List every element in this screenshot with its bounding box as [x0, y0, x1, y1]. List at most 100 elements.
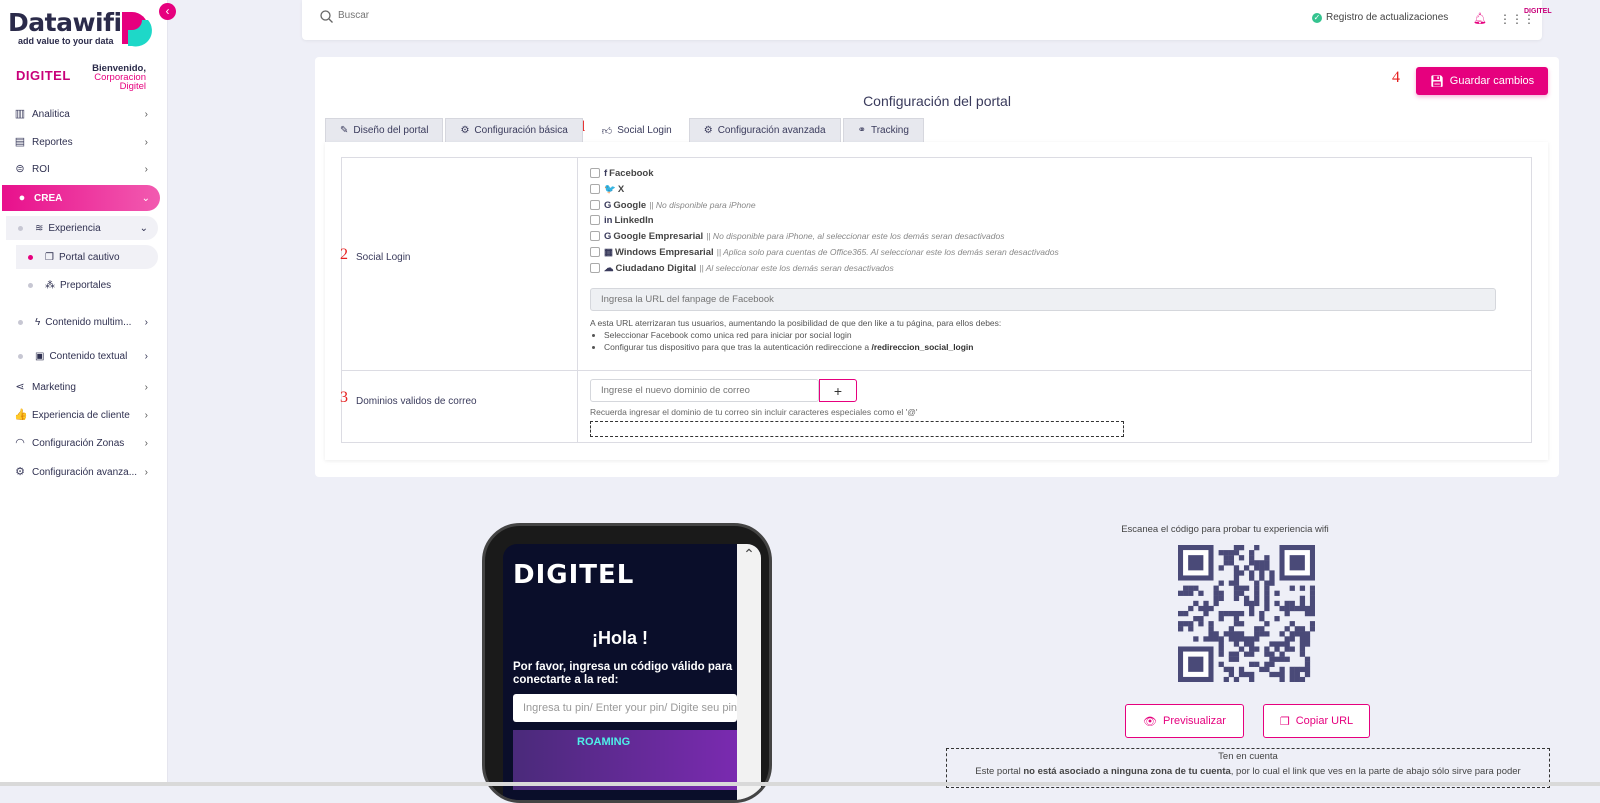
- sidebar-item-label: Marketing: [32, 381, 76, 393]
- note-text: Este portal no está asociado a ninguna z…: [947, 766, 1549, 777]
- tab-label: Social Login: [617, 125, 672, 136]
- option-name: Facebook: [609, 167, 654, 179]
- preview-pin-input[interactable]: Ingresa tu pin/ Enter your pin/ Digite s…: [513, 694, 737, 722]
- eye-icon: 👁︎: [1143, 715, 1157, 728]
- option-note: || No disponible para iPhone: [649, 200, 756, 210]
- window-icon: ❐: [45, 251, 54, 263]
- sidebar-item-label: Analitica: [32, 108, 70, 120]
- sidebar-item-contenido-multimedia[interactable]: ϟ Contenido multim... ›: [6, 310, 158, 334]
- sidebar-item-crea[interactable]: ● CREA ⌄: [2, 185, 160, 211]
- datawifi-logo[interactable]: Datawifi®: [8, 8, 130, 37]
- linkedin-checkbox[interactable]: [590, 215, 600, 225]
- collapse-sidebar-button[interactable]: ‹: [159, 3, 176, 20]
- sidebar-item-marketing[interactable]: ⋖ Marketing ›: [0, 375, 158, 399]
- tagline: add value to your data: [18, 36, 114, 46]
- topbar: ✓Registro de actualizaciones 🔔︎ ⋮⋮⋮ DIGI…: [302, 0, 1552, 40]
- fanpage-help-text: A esta URL aterrizaran tus usuarios, aum…: [590, 317, 1001, 353]
- updates-log-link[interactable]: ✓ Registro de actualizaciones: [1312, 12, 1448, 23]
- help-item-2-text: Configurar tus dispositivo para que tras…: [604, 342, 870, 352]
- sidebar-item-configuracion-zonas[interactable]: ◠ Configuración Zonas ›: [0, 431, 158, 455]
- social-login-label: Social Login: [356, 252, 411, 263]
- tab-diseno-portal[interactable]: ✎ Diseño del portal: [325, 118, 444, 142]
- facebook-icon: f: [604, 167, 608, 179]
- horizontal-scrollbar[interactable]: [0, 782, 1600, 786]
- help-item-2: Configurar tus dispositivo para que tras…: [604, 341, 1001, 353]
- sidebar-item-label: Portal cautivo: [58, 251, 120, 263]
- option-google: G Google || No disponible para iPhone: [590, 198, 756, 212]
- portal-config-card: 4 💾︎ Guardar cambios Configuración del po…: [315, 57, 1559, 477]
- tab-label: Configuración básica: [474, 125, 568, 136]
- save-button-label: Guardar cambios: [1449, 75, 1535, 87]
- tab-configuracion-avanzada[interactable]: ⚙ Configuración avanzada: [688, 118, 841, 142]
- add-domain-button[interactable]: +: [819, 379, 857, 402]
- note-text-a: Este portal: [975, 766, 1021, 777]
- save-changes-button[interactable]: 💾︎ Guardar cambios: [1416, 67, 1548, 95]
- search-input[interactable]: [338, 10, 538, 21]
- thumbs-up-icon: 👍︎: [601, 125, 613, 137]
- sidebar-item-label: CREA: [34, 192, 63, 204]
- thumbs-up-icon: 👍: [14, 409, 28, 421]
- option-name: Windows Empresarial: [614, 246, 714, 258]
- tab-label: Configuración avanzada: [717, 125, 826, 136]
- bullet-active: [28, 254, 33, 260]
- help-intro: A esta URL aterrizaran tus usuarios, aum…: [590, 318, 1002, 328]
- dollar-icon: ⊜: [15, 163, 25, 175]
- option-note: || Al seleccionar este los demás seran d…: [699, 263, 894, 273]
- sidebar: Datawifi® add value to your data ‹ DIGIT…: [0, 0, 176, 786]
- x-checkbox[interactable]: [590, 184, 600, 194]
- email-domains-label: Dominios validos de correo: [356, 396, 477, 407]
- tab-tracking[interactable]: ⚭ Tracking: [842, 118, 924, 142]
- inbox-icon: ▣: [35, 350, 45, 362]
- google-checkbox[interactable]: [590, 200, 600, 210]
- bullet: [18, 353, 23, 359]
- note-text-bold: no está asociado a ninguna zona de tu cu…: [1023, 766, 1231, 777]
- tab-label: Tracking: [870, 125, 909, 136]
- bar-chart-icon: ▥: [14, 108, 26, 120]
- option-name: LinkedIn: [614, 214, 654, 226]
- chevron-down-icon: ⌄: [139, 222, 148, 234]
- brush-icon: ✎: [340, 125, 349, 136]
- help-item-1: Seleccionar Facebook como unica red para…: [604, 329, 1001, 341]
- facebook-checkbox[interactable]: [590, 168, 600, 178]
- option-facebook: f Facebook: [590, 166, 657, 180]
- preview-greeting: ¡Hola !: [592, 628, 648, 648]
- option-windows-empresarial: ▦ Windows Empresarial || Aplica solo para …: [590, 245, 1059, 259]
- sidebar-item-analitica[interactable]: ▥ Analitica ›: [0, 102, 158, 126]
- sidebar-item-configuracion-avanzada[interactable]: ⚙ Configuración avanza... ›: [0, 460, 158, 484]
- sidebar-item-portal-cautivo[interactable]: ❐ Portal cautivo: [16, 245, 158, 269]
- preview-button[interactable]: 👁︎ Previsualizar: [1125, 704, 1244, 738]
- search-icon: [320, 10, 333, 23]
- sidebar-item-roi[interactable]: ⊜ ROI ›: [0, 157, 158, 181]
- copy-url-button[interactable]: ❐ Copiar URL: [1263, 704, 1370, 738]
- google-icon: G: [604, 230, 612, 242]
- ciudadano-digital-checkbox[interactable]: [590, 263, 600, 273]
- option-note: || No disponible para iPhone, al selecci…: [706, 231, 1005, 241]
- annotation-3: 3: [340, 389, 348, 406]
- tab-social-login[interactable]: 👍︎ Social Login: [584, 118, 687, 142]
- email-domain-input[interactable]: [590, 379, 819, 402]
- preview-scrollbar[interactable]: ⌃: [737, 544, 761, 800]
- sidebar-item-reportes[interactable]: ▤ Reportes ›: [0, 130, 158, 154]
- client-brand-logo-small[interactable]: DIGITEL: [1524, 8, 1552, 15]
- sidebar-item-label: ROI: [32, 163, 50, 175]
- sidebar-item-preportales[interactable]: ⁂ Preportales: [16, 273, 158, 297]
- bell-icon[interactable]: 🔔︎: [1473, 12, 1487, 25]
- sidebar-item-experiencia[interactable]: ≋ Experiencia ⌄: [6, 216, 158, 240]
- sidebar-item-contenido-textual[interactable]: ▣ Contenido textual ›: [6, 344, 158, 368]
- google-icon: G: [604, 199, 612, 211]
- google-empresarial-checkbox[interactable]: [590, 231, 600, 241]
- chevron-left-icon: ‹: [165, 4, 170, 18]
- chevron-right-icon: ›: [144, 316, 148, 328]
- windows-empresarial-checkbox[interactable]: [590, 247, 600, 257]
- chevron-right-icon: ›: [144, 136, 148, 148]
- linkedin-icon: in: [604, 214, 613, 226]
- updates-log-label: Registro de actualizaciones: [1326, 12, 1449, 23]
- cubes-icon: ⁂: [45, 279, 55, 291]
- facebook-fanpage-url-input[interactable]: [590, 288, 1496, 311]
- sidebar-item-experiencia-cliente[interactable]: 👍 Experiencia de cliente ›: [0, 403, 158, 427]
- option-google-empresarial: G Google Empresarial || No disponible para…: [590, 229, 1004, 243]
- portal-preview-screen: DIGITEL ¡Hola ! Por favor, ingresa un có…: [503, 544, 761, 800]
- sidebar-item-label: Configuración Zonas: [32, 437, 125, 449]
- gear-icon: ⚙: [460, 125, 470, 136]
- tab-configuracion-basica[interactable]: ⚙ Configuración básica: [445, 118, 583, 142]
